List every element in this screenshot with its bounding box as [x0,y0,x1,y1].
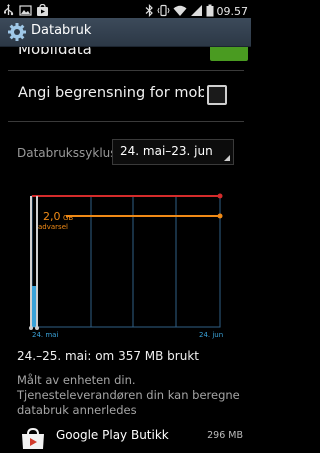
end-label: 24. jun [199,331,223,339]
gear-icon[interactable] [7,22,27,42]
app-size: 296 MB [207,430,243,441]
dropdown-corner-icon [224,155,230,161]
usage-summary: 24.–25. mai: om 357 MB brukt [17,349,199,363]
measurement-note: Målt av enheten din. Tjenesteleverandøre… [17,373,240,417]
app-usage-row[interactable]: Google Play Butikk 296 MB [0,425,251,449]
cycle-value: 24. mai–23. jun [120,144,213,158]
warning-handle [217,213,223,219]
cycle-label: Databrukssyklus [17,146,117,160]
divider [8,121,244,122]
limit-handle [217,193,223,199]
image-icon [19,2,32,16]
app-name: Google Play Butikk [56,428,169,442]
divider [8,70,244,71]
action-bar: Databruk [0,18,251,47]
play-store-icon [36,2,49,16]
status-bar: 09.57 [0,0,251,18]
start-label: 24. mai [32,331,58,339]
limit-label: Angi begrensning for mobildata [18,85,204,101]
clock: 09.57 [216,5,249,18]
warning-value: 2,0 [43,210,61,223]
cycle-dropdown[interactable]: 24. mai–23. jun [112,139,234,165]
usage-chart: 2,0 GB advarsel 24. mai 24. jun [29,193,223,339]
warning-unit: GB [63,214,73,222]
limit-checkbox[interactable] [207,85,227,105]
usb-icon [2,2,15,16]
warning-label: advarsel [38,223,68,231]
page-title: Databruk [31,23,92,38]
